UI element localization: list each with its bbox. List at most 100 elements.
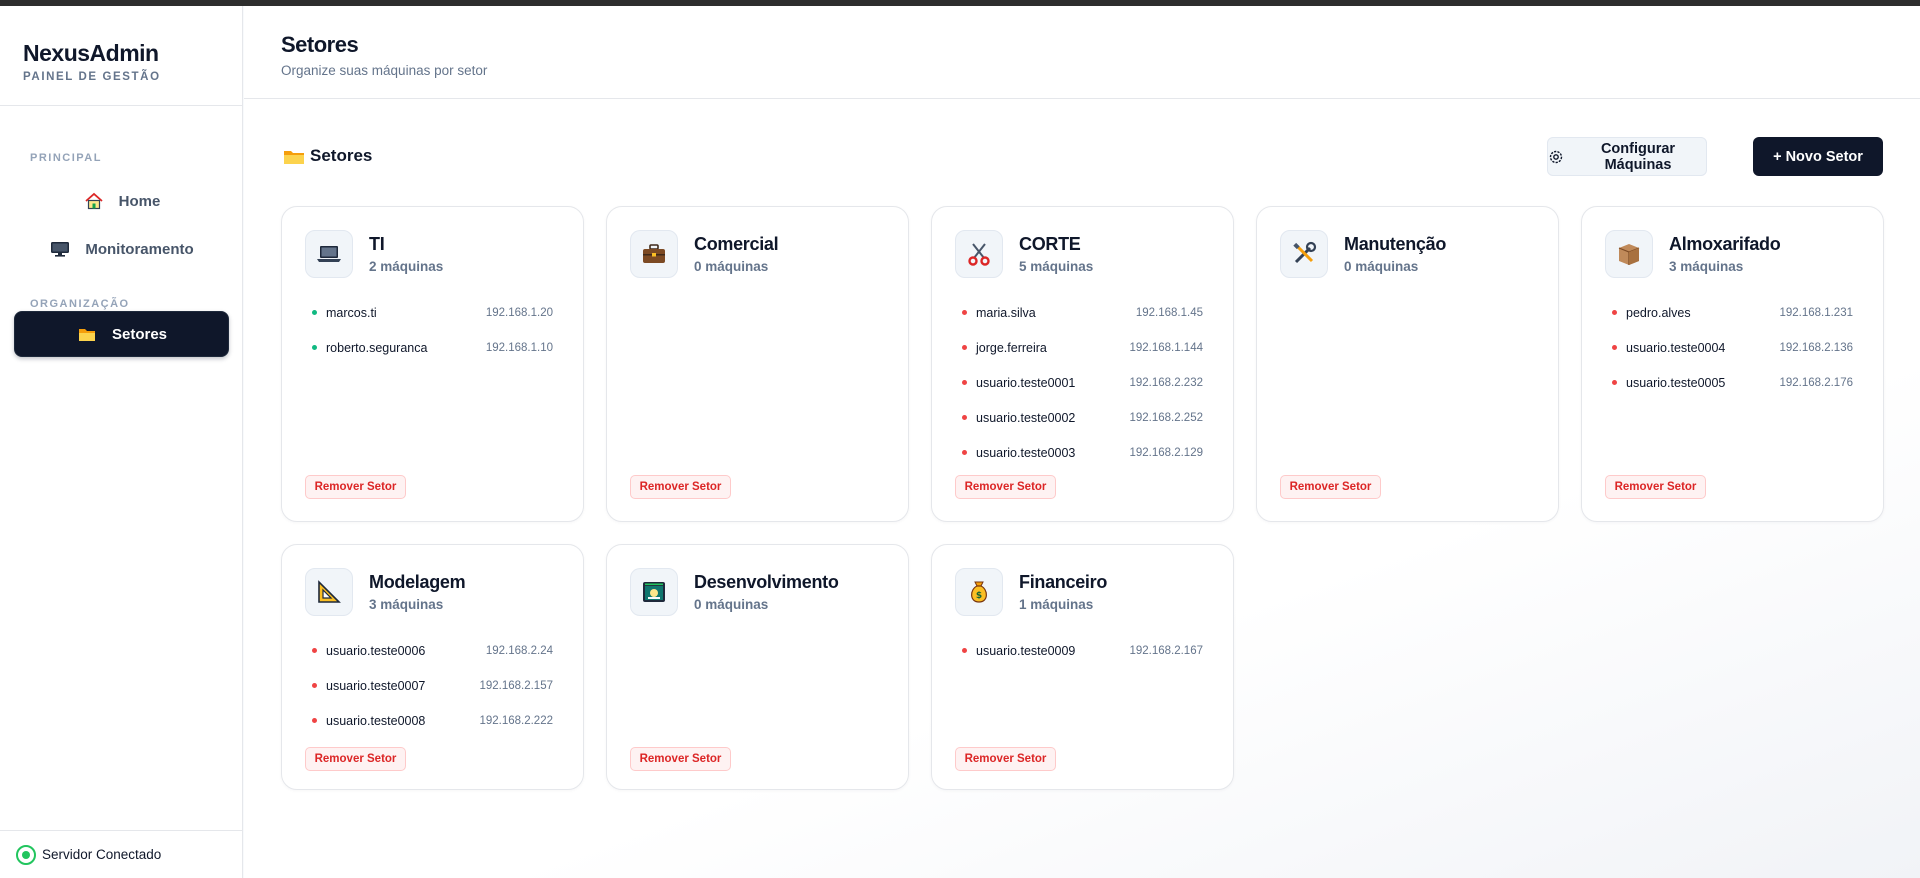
main-content: Setores Organize suas máquinas por setor… <box>244 6 1920 878</box>
machine-row[interactable]: marcos.ti 192.168.1.20 <box>312 295 553 330</box>
house-icon <box>83 191 105 211</box>
machine-row[interactable]: usuario.teste0003 192.168.2.129 <box>962 435 1203 470</box>
machine-ip: 192.168.2.136 <box>1779 341 1853 354</box>
remove-sector-button[interactable]: Remover Setor <box>1280 475 1381 499</box>
offline-status-dot <box>962 345 967 350</box>
package-icon <box>1605 230 1653 278</box>
machine-row[interactable]: maria.silva 192.168.1.45 <box>962 295 1203 330</box>
machine-row[interactable]: usuario.teste0004 192.168.2.136 <box>1612 330 1853 365</box>
offline-status-dot <box>312 718 317 723</box>
remove-sector-button[interactable]: Remover Setor <box>955 475 1056 499</box>
new-sector-button[interactable]: + Novo Setor <box>1753 137 1883 176</box>
remove-sector-button[interactable]: Remover Setor <box>1605 475 1706 499</box>
machine-user: jorge.ferreira <box>976 340 1047 355</box>
machine-user: usuario.teste0002 <box>976 410 1076 425</box>
sidebar-item-home[interactable]: Home <box>14 178 229 224</box>
machine-ip: 192.168.2.167 <box>1129 644 1203 657</box>
machine-row[interactable]: usuario.teste0001 192.168.2.232 <box>962 365 1203 400</box>
brand-name: NexusAdmin <box>23 40 159 66</box>
code-window-icon <box>630 568 678 616</box>
machine-user: usuario.teste0006 <box>326 643 426 658</box>
sidebar-item-setores[interactable]: Setores <box>14 311 229 357</box>
offline-status-dot <box>1612 345 1617 350</box>
remove-sector-button[interactable]: Remover Setor <box>630 747 731 771</box>
remove-sector-button[interactable]: Remover Setor <box>630 475 731 499</box>
offline-status-dot <box>962 415 967 420</box>
remove-sector-button[interactable]: Remover Setor <box>305 747 406 771</box>
sector-card-comercial: Comercial 0 máquinas Remover Setor <box>606 206 909 522</box>
server-status: Servidor Conectado <box>0 830 243 878</box>
machine-user: usuario.teste0005 <box>1626 375 1726 390</box>
machine-user: roberto.seguranca <box>326 340 428 355</box>
sector-name: Modelagem <box>369 572 466 592</box>
machine-list: usuario.teste0006 192.168.2.24 usuario.te… <box>312 633 553 738</box>
offline-status-dot <box>1612 380 1617 385</box>
sector-machine-count: 2 máquinas <box>369 259 444 274</box>
machine-list: marcos.ti 192.168.1.20 roberto.seguranca 1… <box>312 295 553 365</box>
machine-row[interactable]: usuario.teste0009 192.168.2.167 <box>962 633 1203 668</box>
machine-user: pedro.alves <box>1626 305 1691 320</box>
svg-text:$: $ <box>976 591 982 601</box>
machine-user: usuario.teste0009 <box>976 643 1076 658</box>
sector-machine-count: 5 máquinas <box>1019 259 1094 274</box>
offline-status-dot <box>1612 310 1617 315</box>
machine-ip: 192.168.2.222 <box>479 714 553 727</box>
folder-icon <box>76 324 98 344</box>
triangle-ruler-icon <box>305 568 353 616</box>
remove-sector-button[interactable]: Remover Setor <box>955 747 1056 771</box>
scissors-icon <box>955 230 1003 278</box>
machine-ip: 192.168.2.252 <box>1129 411 1203 424</box>
offline-status-dot <box>962 380 967 385</box>
section-title: Setores <box>282 146 372 166</box>
machine-ip: 192.168.2.176 <box>1779 376 1853 389</box>
briefcase-icon <box>630 230 678 278</box>
status-indicator-icon <box>16 844 36 865</box>
page-header: Setores Organize suas máquinas por setor <box>244 6 1920 99</box>
remove-sector-button[interactable]: Remover Setor <box>305 475 406 499</box>
machine-row[interactable]: usuario.teste0008 192.168.2.222 <box>312 703 553 738</box>
machine-row[interactable]: usuario.teste0006 192.168.2.24 <box>312 633 553 668</box>
sidebar: NexusAdmin PAINEL DE GESTÃO PRINCIPAL Ho… <box>0 6 243 878</box>
sector-machine-count: 0 máquinas <box>694 597 769 612</box>
brand-subtitle: PAINEL DE GESTÃO <box>23 71 161 83</box>
sector-card-corte: CORTE 5 máquinas maria.silva 192.168.1.45… <box>931 206 1234 522</box>
machine-row[interactable]: usuario.teste0007 192.168.2.157 <box>312 668 553 703</box>
sector-name: Comercial <box>694 234 779 254</box>
sector-card-desenvolvimento: Desenvolvimento 0 máquinas Remover Setor <box>606 544 909 790</box>
gear-icon <box>1548 149 1564 165</box>
machine-list: maria.silva 192.168.1.45 jorge.ferreira 19… <box>962 295 1203 470</box>
machine-row[interactable]: roberto.seguranca 192.168.1.10 <box>312 330 553 365</box>
sector-machine-count: 3 máquinas <box>369 597 444 612</box>
money-bag-icon: $ <box>955 568 1003 616</box>
offline-status-dot <box>962 450 967 455</box>
machine-ip: 192.168.2.24 <box>485 644 553 657</box>
configure-machines-button[interactable]: Configurar Máquinas <box>1547 137 1707 176</box>
brand: NexusAdmin PAINEL DE GESTÃO <box>0 6 242 106</box>
machine-list: pedro.alves 192.168.1.231 usuario.teste00… <box>1612 295 1853 400</box>
sector-name: CORTE <box>1019 234 1081 254</box>
machine-ip: 192.168.2.232 <box>1129 376 1203 389</box>
sidebar-item-monitoramento[interactable]: Monitoramento <box>14 226 229 272</box>
machine-ip: 192.168.1.20 <box>485 306 553 319</box>
machine-ip: 192.168.1.231 <box>1779 306 1853 319</box>
monitor-icon <box>49 239 71 259</box>
machine-row[interactable]: usuario.teste0002 192.168.2.252 <box>962 400 1203 435</box>
machine-user: usuario.teste0004 <box>1626 340 1726 355</box>
sidebar-item-label: Home <box>118 192 161 210</box>
sidebar-item-label: Monitoramento <box>85 240 194 258</box>
machine-ip: 192.168.1.45 <box>1135 306 1203 319</box>
machine-row[interactable]: jorge.ferreira 192.168.1.144 <box>962 330 1203 365</box>
tools-icon <box>1280 230 1328 278</box>
machine-user: usuario.teste0003 <box>976 445 1076 460</box>
sector-machine-count: 0 máquinas <box>1344 259 1419 274</box>
machine-row[interactable]: pedro.alves 192.168.1.231 <box>1612 295 1853 330</box>
laptop-icon <box>305 230 353 278</box>
machine-row[interactable]: usuario.teste0005 192.168.2.176 <box>1612 365 1853 400</box>
offline-status-dot <box>312 683 317 688</box>
offline-status-dot <box>962 310 967 315</box>
machine-user: usuario.teste0007 <box>326 678 426 693</box>
sector-card-financeiro: $ Financeiro 1 máquinas usuario.teste000… <box>931 544 1234 790</box>
sector-card-ti: TI 2 máquinas marcos.ti 192.168.1.20 robe… <box>281 206 584 522</box>
machine-list: usuario.teste0009 192.168.2.167 <box>962 633 1203 668</box>
machine-ip: 192.168.2.129 <box>1129 446 1203 459</box>
